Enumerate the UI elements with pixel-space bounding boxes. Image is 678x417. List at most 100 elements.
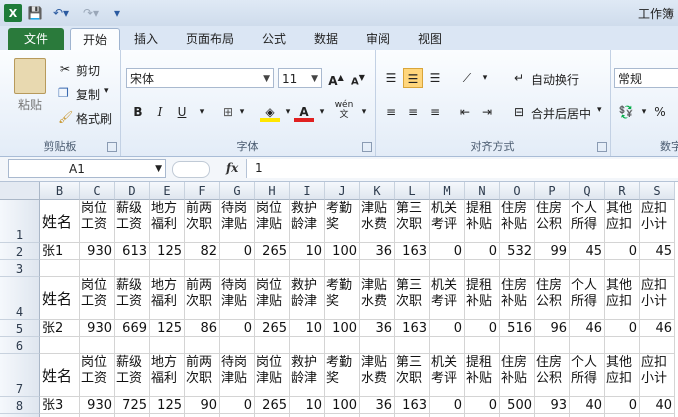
- cell-I2[interactable]: 10: [290, 243, 325, 260]
- cell-Q2[interactable]: 45: [570, 243, 605, 260]
- cell-R2[interactable]: 0: [605, 243, 640, 260]
- cell-K3[interactable]: [360, 260, 395, 277]
- cell-E1[interactable]: 地方福利: [150, 200, 185, 243]
- cell-J7[interactable]: 考勤奖: [325, 354, 360, 397]
- cell-O1[interactable]: 住房补贴: [500, 200, 535, 243]
- cell-F1[interactable]: 前两次职: [185, 200, 220, 243]
- number-format-select[interactable]: 常规: [614, 68, 678, 88]
- tab-view[interactable]: 视图: [408, 29, 452, 49]
- row-header-6[interactable]: 6: [0, 337, 40, 354]
- accounting-format-icon[interactable]: 💱: [616, 102, 636, 122]
- cell-D3[interactable]: [115, 260, 150, 277]
- merge-center-button[interactable]: 合并后居中: [531, 105, 591, 122]
- cell-L1[interactable]: 第三次职: [395, 200, 430, 243]
- column-header-S[interactable]: S: [640, 182, 675, 200]
- cell-M3[interactable]: [430, 260, 465, 277]
- align-right-icon[interactable]: ≡: [425, 102, 445, 122]
- column-header-E[interactable]: E: [150, 182, 185, 200]
- cell-S1[interactable]: 应扣小计: [640, 200, 675, 243]
- font-name-select[interactable]: 宋体 ▼: [126, 68, 274, 88]
- column-header-K[interactable]: K: [360, 182, 395, 200]
- cut-icon[interactable]: ✂: [60, 62, 70, 76]
- shrink-font-button[interactable]: A▼: [348, 68, 368, 88]
- font-color-icon[interactable]: A: [294, 102, 314, 122]
- excel-logo-icon[interactable]: X: [4, 4, 22, 22]
- cell-G7[interactable]: 待岗津贴: [220, 354, 255, 397]
- formula-input[interactable]: 1: [246, 159, 678, 178]
- cell-H1[interactable]: 岗位津贴: [255, 200, 290, 243]
- cell-I8[interactable]: 10: [290, 397, 325, 414]
- column-header-N[interactable]: N: [465, 182, 500, 200]
- cell-M7[interactable]: 机关考评: [430, 354, 465, 397]
- bold-button[interactable]: B: [128, 102, 148, 122]
- row-header-4[interactable]: 4: [0, 277, 40, 320]
- cell-S8[interactable]: 40: [640, 397, 675, 414]
- cell-E6[interactable]: [150, 337, 185, 354]
- cell-Q5[interactable]: 46: [570, 320, 605, 337]
- decrease-indent-icon[interactable]: ⇤: [455, 102, 475, 122]
- tab-page-layout[interactable]: 页面布局: [178, 29, 242, 49]
- cell-Q1[interactable]: 个人所得: [570, 200, 605, 243]
- font-size-select[interactable]: 11 ▼: [278, 68, 322, 88]
- cell-K4[interactable]: 津贴水费: [360, 277, 395, 320]
- cell-N2[interactable]: 0: [465, 243, 500, 260]
- alignment-launcher-icon[interactable]: [597, 142, 607, 152]
- cell-F4[interactable]: 前两次职: [185, 277, 220, 320]
- cell-N6[interactable]: [465, 337, 500, 354]
- cell-F2[interactable]: 82: [185, 243, 220, 260]
- cell-B5[interactable]: 张2: [40, 320, 80, 337]
- column-header-F[interactable]: F: [185, 182, 220, 200]
- column-header-M[interactable]: M: [430, 182, 465, 200]
- cell-E2[interactable]: 125: [150, 243, 185, 260]
- cell-R4[interactable]: 其他应扣: [605, 277, 640, 320]
- row-header-7[interactable]: 7: [0, 354, 40, 397]
- column-header-H[interactable]: H: [255, 182, 290, 200]
- paste-icon[interactable]: [14, 58, 46, 94]
- wrap-text-button[interactable]: 自动换行: [531, 71, 579, 88]
- cell-H3[interactable]: [255, 260, 290, 277]
- borders-dropdown-icon[interactable]: ▾: [232, 102, 252, 122]
- cell-M4[interactable]: 机关考评: [430, 277, 465, 320]
- cell-E7[interactable]: 地方福利: [150, 354, 185, 397]
- cell-S5[interactable]: 46: [640, 320, 675, 337]
- cell-C5[interactable]: 930: [80, 320, 115, 337]
- row-header-1[interactable]: 1: [0, 200, 40, 243]
- cell-I1[interactable]: 救护龄津: [290, 200, 325, 243]
- cell-G1[interactable]: 待岗津贴: [220, 200, 255, 243]
- orientation-icon[interactable]: ⟋: [457, 68, 477, 88]
- merge-center-icon[interactable]: ⊟: [509, 102, 529, 122]
- cell-D2[interactable]: 613: [115, 243, 150, 260]
- cell-C7[interactable]: 岗位工资: [80, 354, 115, 397]
- column-header-I[interactable]: I: [290, 182, 325, 200]
- cell-D6[interactable]: [115, 337, 150, 354]
- clipboard-launcher-icon[interactable]: [107, 142, 117, 152]
- column-header-O[interactable]: O: [500, 182, 535, 200]
- cell-G6[interactable]: [220, 337, 255, 354]
- cell-C2[interactable]: 930: [80, 243, 115, 260]
- cell-Q7[interactable]: 个人所得: [570, 354, 605, 397]
- cell-O3[interactable]: [500, 260, 535, 277]
- cell-N4[interactable]: 提租补贴: [465, 277, 500, 320]
- cell-J1[interactable]: 考勤奖: [325, 200, 360, 243]
- cell-M8[interactable]: 0: [430, 397, 465, 414]
- column-header-P[interactable]: P: [535, 182, 570, 200]
- cell-B4[interactable]: 姓名: [40, 277, 80, 320]
- cell-R6[interactable]: [605, 337, 640, 354]
- tab-review[interactable]: 审阅: [356, 29, 400, 49]
- column-header-Q[interactable]: Q: [570, 182, 605, 200]
- cell-L3[interactable]: [395, 260, 430, 277]
- tab-home[interactable]: 开始: [70, 28, 120, 51]
- cell-E8[interactable]: 125: [150, 397, 185, 414]
- column-header-R[interactable]: R: [605, 182, 640, 200]
- cell-C1[interactable]: 岗位工资: [80, 200, 115, 243]
- cell-K8[interactable]: 36: [360, 397, 395, 414]
- cell-K5[interactable]: 36: [360, 320, 395, 337]
- paste-button[interactable]: 粘贴: [18, 96, 42, 113]
- cell-N1[interactable]: 提租补贴: [465, 200, 500, 243]
- phonetic-icon[interactable]: wén 文: [334, 100, 354, 120]
- cell-B3[interactable]: [40, 260, 80, 277]
- cell-I7[interactable]: 救护龄津: [290, 354, 325, 397]
- cell-I4[interactable]: 救护龄津: [290, 277, 325, 320]
- increase-indent-icon[interactable]: ⇥: [477, 102, 497, 122]
- formula-bar-resize-handle[interactable]: [172, 161, 210, 178]
